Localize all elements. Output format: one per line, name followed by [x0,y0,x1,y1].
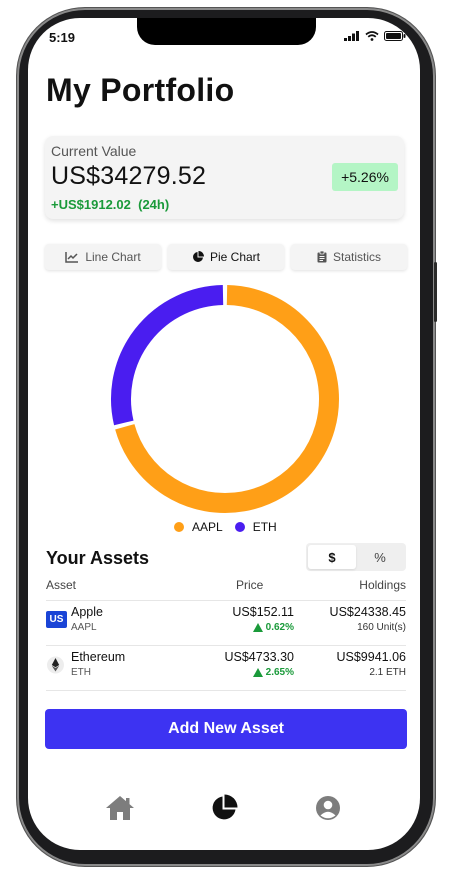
profile-icon [316,796,340,820]
legend-label-eth: ETH [252,520,277,534]
asset-price-change-value: 2.65% [265,667,294,678]
up-triangle-icon [252,668,263,677]
toggle-percent[interactable]: % [356,545,404,569]
ethereum-icon [47,656,64,674]
asset-holdings: US$24338.45 [329,605,406,619]
pie-chart-icon [193,251,204,262]
legend-item-eth: ETH [234,520,277,534]
battery-icon [384,31,406,41]
asset-row-ethereum[interactable]: Ethereum ETH US$4733.30 2.65% US$9941.06… [46,647,406,691]
asset-row-apple[interactable]: US Apple AAPL US$152.11 0.62% US$24338.4… [46,602,406,646]
line-chart-icon [65,251,79,263]
tab-line-chart-label: Line Chart [85,250,141,264]
home-icon [106,796,134,820]
assets-section-title: Your Assets [46,548,150,568]
status-icons [344,31,406,41]
asset-holdings: US$9941.06 [336,650,406,664]
clipboard-icon [317,251,327,263]
tab-line-chart[interactable]: Line Chart [45,244,161,270]
nav-portfolio[interactable] [204,788,244,828]
notch [137,18,316,45]
value-change-amount: +US$1912.02 [51,197,131,212]
nav-profile[interactable] [308,788,348,828]
add-new-asset-button[interactable]: Add New Asset [45,709,407,749]
us-flag-icon: US [46,611,67,628]
asset-price-change: 0.62% [252,622,294,633]
wifi-icon [365,31,379,41]
table-divider [46,645,406,646]
table-divider [46,600,406,601]
tab-pie-chart[interactable]: Pie Chart [168,244,284,270]
chart-legend: AAPL ETH [174,520,277,534]
current-value-label: Current Value [51,143,137,159]
legend-marker-aapl [174,522,184,532]
portfolio-donut-chart [111,285,339,513]
asset-symbol: ETH [71,667,91,678]
portfolio-value-card: Current Value US$34279.52 +US$1912.02 (2… [45,136,404,219]
asset-price-change-value: 0.62% [265,622,294,633]
pie-chart-icon [212,794,238,820]
percent-change-badge: +5.26% [332,163,398,191]
bottom-navigation [28,788,420,828]
nav-home[interactable] [100,788,140,828]
status-time: 5:19 [49,30,76,45]
tab-statistics-label: Statistics [332,250,381,264]
donut-slice-eth [111,285,224,426]
column-header-price: Price [236,578,264,592]
tab-pie-chart-label: Pie Chart [209,250,261,264]
value-change: +US$1912.02 (24h) [51,197,169,212]
us-badge-label: US [49,614,64,625]
asset-units: 160 Unit(s) [357,622,406,633]
power-button [434,262,437,322]
asset-name: Apple [71,605,103,619]
page-title: My Portfolio [46,72,235,108]
column-header-holdings: Holdings [359,578,406,592]
toggle-dollar[interactable]: $ [308,545,356,569]
legend-label-aapl: AAPL [192,520,223,534]
column-header-asset: Asset [46,578,77,592]
asset-name: Ethereum [71,650,126,664]
asset-price: US$4733.30 [224,650,294,664]
asset-symbol: AAPL [71,622,97,633]
tab-statistics[interactable]: Statistics [291,244,407,270]
up-triangle-icon [252,623,263,632]
asset-price: US$152.11 [232,605,294,619]
legend-item-aapl: AAPL [174,520,223,534]
asset-price-change: 2.65% [252,667,294,678]
signal-icon [344,31,359,41]
app-screen: 5:19 My Portfolio Current Value US$34279… [28,18,420,850]
legend-marker-eth [234,522,245,532]
table-divider [46,690,406,691]
chart-tabs: Line Chart Pie Chart Statistics [45,244,407,272]
current-value: US$34279.52 [51,162,207,190]
asset-units: 2.1 ETH [369,667,406,678]
value-mode-toggle: $ % [306,543,406,571]
value-change-period: (24h) [138,197,170,212]
